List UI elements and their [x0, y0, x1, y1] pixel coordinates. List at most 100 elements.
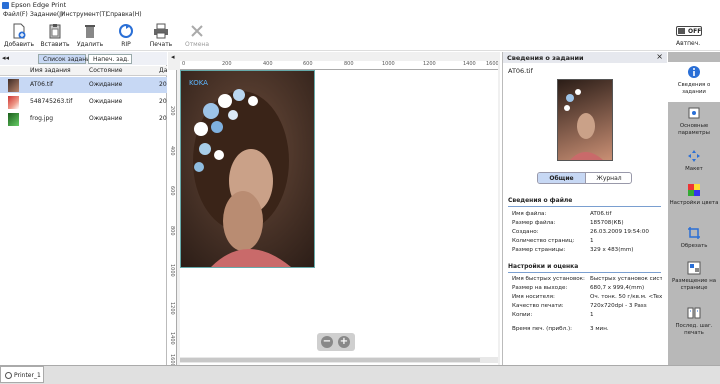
- cancel-button[interactable]: Отмена: [180, 22, 214, 50]
- settings-heading: Настройки и оценка: [508, 263, 579, 270]
- sidebar-label: Послед. шаг. печать: [675, 323, 713, 336]
- zoom-in-icon[interactable]: +: [338, 336, 350, 348]
- rip-icon: [119, 24, 133, 38]
- menu-job[interactable]: Задание(J): [30, 11, 63, 18]
- job-state: Ожидание: [89, 81, 123, 88]
- file-info-value: 185708(КБ): [590, 220, 624, 226]
- ruler-tick: 0: [182, 61, 186, 67]
- menu-bar: Файл(F) Задание(J) Инструмент(T) Справка…: [0, 11, 720, 20]
- section-divider: [508, 272, 661, 273]
- tab-log[interactable]: Журнал: [585, 173, 631, 183]
- job-thumbnail: [8, 96, 19, 109]
- ruler-tick: 600: [303, 61, 313, 67]
- col-state[interactable]: Состояние: [89, 67, 122, 74]
- zoom-out-icon[interactable]: −: [321, 336, 333, 348]
- section-divider: [508, 206, 661, 207]
- sidebar-item-crop[interactable]: Обрезать: [668, 226, 720, 254]
- settings-key: Копии:: [512, 312, 533, 318]
- ruler-tick: 1000: [382, 61, 395, 67]
- tab-general[interactable]: Общие: [538, 173, 585, 183]
- ruler-tick: 600: [169, 186, 175, 196]
- ruler-tick: 1600: [169, 354, 175, 365]
- file-info-value: AT06.tif: [590, 211, 612, 217]
- file-info-key: Количество страниц:: [512, 238, 575, 244]
- horizontal-scrollbar[interactable]: [180, 357, 498, 363]
- add-file-icon: [13, 23, 26, 39]
- sidebar-item-color[interactable]: Настройки цвета: [668, 183, 720, 219]
- ruler-tick: 1600: [486, 61, 498, 67]
- close-icon[interactable]: ×: [656, 52, 663, 61]
- settings-value: 1: [590, 312, 594, 318]
- settings-key: Размер на выходе:: [512, 285, 568, 291]
- title-bar: Epson Edge Print: [0, 0, 720, 11]
- app-icon: [2, 2, 9, 9]
- sidebar-item-step-print[interactable]: Послед. шаг. печать: [668, 306, 720, 344]
- window-title: Epson Edge Print: [11, 1, 67, 9]
- details-tabs: Общие Журнал: [537, 172, 632, 184]
- delete-button[interactable]: Удалить: [73, 22, 107, 50]
- paste-icon: [49, 24, 61, 39]
- toolbar: Добавить Вставить Удалить RIP Печать Отм…: [0, 20, 720, 51]
- sidebar-item-basic[interactable]: Основные параметры: [668, 106, 720, 144]
- paste-button[interactable]: Вставить: [38, 22, 72, 50]
- portrait-image: KOKA: [181, 71, 314, 267]
- info-icon: [688, 66, 700, 78]
- details-header: Сведения о задании ×: [503, 52, 667, 63]
- job-row[interactable]: 548745263.tif Ожидание 20: [0, 94, 167, 110]
- file-info-key: Имя файла:: [512, 211, 547, 217]
- job-thumbnail: [8, 113, 19, 126]
- ruler-tick: 400: [263, 61, 273, 67]
- job-name: frog.jpg: [30, 115, 54, 122]
- trash-icon: [85, 25, 95, 38]
- job-state: Ожидание: [89, 98, 123, 105]
- sidebar-label: Обрезать: [680, 243, 708, 249]
- settings-key: Имя быстрых установок:: [512, 276, 585, 282]
- thumbnail-image: [564, 89, 603, 160]
- file-info-value: 26.03.2009 19:54:00: [590, 229, 649, 235]
- add-button[interactable]: Добавить: [2, 22, 36, 50]
- print-time-value: 3 мин.: [590, 326, 609, 332]
- add-label: Добавить: [3, 41, 35, 48]
- layout-icon: [688, 150, 700, 162]
- print-label: Печать: [149, 41, 173, 48]
- collapse-left-icon[interactable]: ◂◂: [2, 54, 9, 62]
- col-date[interactable]: Да: [159, 67, 167, 74]
- ruler-tick: 400: [169, 146, 175, 156]
- step-print-icon: [687, 307, 701, 319]
- zoom-control: − +: [317, 333, 355, 351]
- expand-left-icon[interactable]: ◂: [171, 53, 175, 61]
- settings-key: Качество печати:: [512, 303, 564, 309]
- print-button[interactable]: Печать: [144, 22, 178, 50]
- job-image-preview[interactable]: KOKA: [180, 70, 315, 268]
- scrollbar-thumb[interactable]: [180, 358, 480, 362]
- tab-job-list[interactable]: Список заданий: [38, 54, 94, 64]
- sidebar-item-layout[interactable]: Макет: [668, 149, 720, 177]
- menu-file[interactable]: Файл(F): [3, 11, 28, 18]
- ruler-top: 0 200 400 600 800 1000 1200 1400 1600: [180, 61, 498, 70]
- auto-print-toggle[interactable]: OFF: [676, 26, 702, 36]
- paste-label: Вставить: [40, 41, 70, 48]
- sidebar-item-placement[interactable]: Размещение на странице: [668, 261, 720, 301]
- ruler-tick: 1200: [169, 302, 175, 315]
- printer-icon: [154, 23, 168, 39]
- job-row[interactable]: frog.jpg Ожидание 20: [0, 111, 167, 127]
- sidebar-item-job-info[interactable]: Сведения о задании: [668, 62, 720, 102]
- printer-tab[interactable]: Printer_1: [0, 366, 44, 383]
- tab-printed-jobs[interactable]: Напеч. зад.: [88, 54, 132, 64]
- auto-print-label: Автпеч.: [676, 40, 701, 47]
- sidebar-label: Настройки цвета: [669, 200, 719, 206]
- job-row[interactable]: AT06.tif Ожидание 20: [0, 77, 167, 93]
- ruler-tick: 1200: [423, 61, 436, 67]
- rip-button[interactable]: RIP: [109, 22, 143, 50]
- sidebar-label: Размещение на странице: [671, 278, 717, 291]
- settings-value: 680,7 x 999,4(mm): [590, 285, 645, 291]
- photo-caption: KOKA: [189, 79, 208, 87]
- ruler-tick: 800: [169, 226, 175, 236]
- settings-value: Оч. тонк. 50 г/кв.м. <Tex: [590, 294, 662, 300]
- col-job-name[interactable]: Имя задания: [30, 67, 71, 74]
- menu-tools[interactable]: Инструмент(T): [61, 11, 108, 18]
- job-list-header: Имя задания Состояние Да: [0, 66, 167, 76]
- ruler-tick: 200: [222, 61, 232, 67]
- menu-help[interactable]: Справка(H): [106, 11, 142, 18]
- file-info-key: Размер файла:: [512, 220, 556, 226]
